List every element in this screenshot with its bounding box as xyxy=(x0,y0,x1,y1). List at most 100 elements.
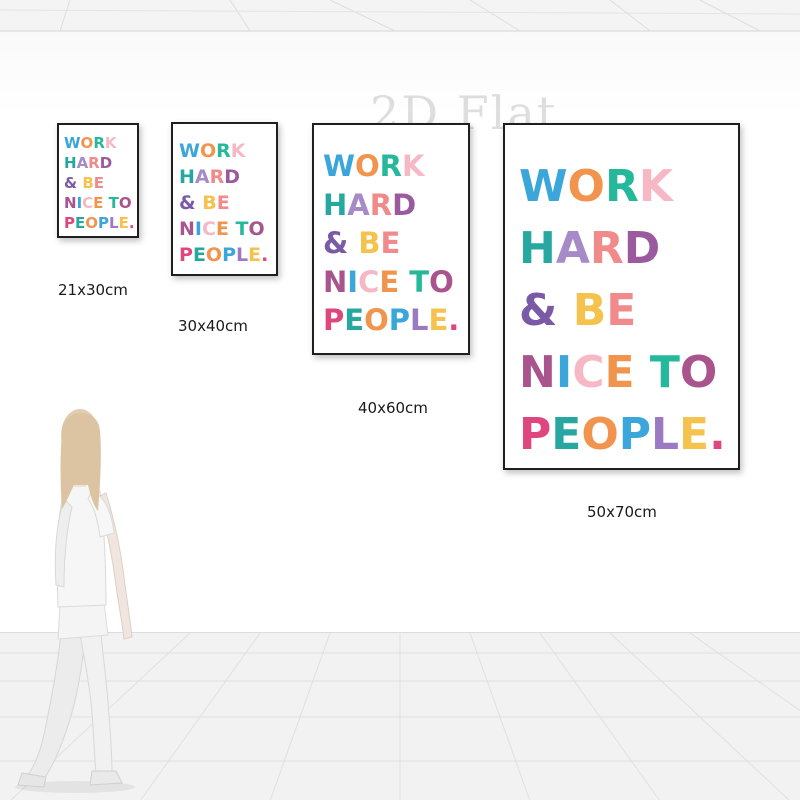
poster-letter: O xyxy=(205,244,223,266)
poster-letter: L xyxy=(410,303,429,337)
poster-letter: E xyxy=(344,303,365,337)
poster-40x60: WORK HARD & BE NICE TO PEOPLE. xyxy=(312,123,470,355)
poster-letter: W xyxy=(519,161,568,212)
poster-letter: B xyxy=(202,192,217,214)
poster-letter: T xyxy=(108,194,119,212)
size-label-50x70: 50x70cm xyxy=(587,503,657,521)
poster-letter: R xyxy=(604,161,639,212)
poster-50x70: WORK HARD & BE NICE TO PEOPLE. xyxy=(503,123,740,470)
poster-quote-line1: WORK xyxy=(64,133,135,153)
poster-letter: O xyxy=(118,194,132,212)
poster-letter: O xyxy=(567,161,605,212)
poster-letter: D xyxy=(99,154,113,172)
poster-letter: A xyxy=(76,154,89,172)
poster-letter: A xyxy=(555,223,590,274)
poster-letter xyxy=(557,285,572,336)
poster-letter: K xyxy=(230,140,246,162)
poster-letter: P xyxy=(222,244,237,266)
poster-letter: O xyxy=(248,218,265,240)
poster-letter: O xyxy=(679,347,718,398)
poster-letter: K xyxy=(638,161,673,212)
poster-quote-line5: PEOPLE. xyxy=(64,213,135,233)
poster-letter: P xyxy=(179,244,193,266)
poster-letter: . xyxy=(128,214,135,232)
poster-letter xyxy=(399,265,409,299)
poster-letter: I xyxy=(194,218,202,240)
poster-letter: W xyxy=(179,140,200,162)
poster-letter: E xyxy=(75,214,86,232)
poster-quote-line4: NICE TO xyxy=(519,342,726,404)
poster-letter: & xyxy=(519,285,558,336)
poster-letter: . xyxy=(448,303,460,337)
poster-letter: E xyxy=(551,409,582,460)
poster-letter: P xyxy=(64,214,75,232)
poster-letter: E xyxy=(379,264,400,299)
poster-letter: E xyxy=(604,347,635,398)
poster-30x40: WORK HARD & BE NICE TO PEOPLE. xyxy=(171,122,278,276)
poster-quote-line2: HARD xyxy=(64,153,135,173)
poster-quote-line4: NICE TO xyxy=(64,193,135,213)
poster-quote-line5: PEOPLE. xyxy=(519,404,726,466)
poster-letter: L xyxy=(650,409,680,460)
poster-letter: D xyxy=(392,187,417,222)
poster-quote-line3: & BE xyxy=(179,190,268,216)
poster-letter: W xyxy=(64,134,81,152)
poster-letter: E xyxy=(93,174,105,192)
poster-quote: WORK HARD & BE NICE TO PEOPLE. xyxy=(323,147,459,340)
poster-quote-line1: WORK xyxy=(323,147,459,186)
poster-letter: T xyxy=(235,218,249,240)
poster-letter: R xyxy=(93,134,105,152)
poster-letter: . xyxy=(261,244,269,266)
poster-letter: K xyxy=(402,149,425,183)
poster-letter: L xyxy=(109,214,119,232)
poster-letter: C xyxy=(572,347,605,398)
poster-letter: E xyxy=(216,192,230,214)
gallery-scene: 2D Flat WORK HARD & BE NICE TO PEOPLE. WORK H… xyxy=(0,0,800,800)
poster-letter: H xyxy=(519,223,556,274)
poster-letter: C xyxy=(201,218,216,240)
poster-letter: P xyxy=(388,303,410,337)
poster-letter: E xyxy=(248,244,262,266)
poster-letter: C xyxy=(358,264,380,299)
poster-letter: D xyxy=(623,223,661,274)
poster-letter: O xyxy=(364,303,389,337)
poster-letter: B xyxy=(358,226,381,260)
poster-letter: B xyxy=(572,285,607,336)
poster-letter: R xyxy=(209,166,225,188)
poster-letter: E xyxy=(606,285,637,336)
poster-quote: WORK HARD & BE NICE TO PEOPLE. xyxy=(519,156,726,466)
poster-quote-line2: HARD xyxy=(323,186,459,225)
poster-letter: C xyxy=(82,194,94,212)
poster-quote-line1: WORK xyxy=(519,156,726,218)
poster-letter: O xyxy=(355,149,380,183)
poster-letter: E xyxy=(192,244,206,266)
ceiling-grid xyxy=(0,0,800,32)
poster-quote-line5: PEOPLE. xyxy=(323,301,459,340)
poster-letter: & xyxy=(64,174,78,192)
poster-letter: E xyxy=(380,226,401,260)
poster-letter: O xyxy=(581,409,619,460)
poster-quote: WORK HARD & BE NICE TO PEOPLE. xyxy=(179,138,268,268)
poster-letter: & xyxy=(323,226,349,260)
poster-letter: H xyxy=(179,166,195,188)
poster-letter: R xyxy=(589,223,624,274)
poster-quote-line4: NICE TO xyxy=(179,216,268,242)
poster-letter: O xyxy=(85,214,99,232)
poster-letter: E xyxy=(118,214,129,232)
poster-quote-line2: HARD xyxy=(519,218,726,280)
poster-letter: R xyxy=(216,140,231,162)
poster-letter: E xyxy=(428,303,449,337)
poster-letter: N xyxy=(179,218,195,240)
poster-letter: H xyxy=(323,187,348,222)
poster-letter: P xyxy=(519,409,552,460)
poster-letter xyxy=(229,218,236,240)
poster-quote-line1: WORK xyxy=(179,138,268,164)
poster-letter: I xyxy=(555,347,573,398)
poster-letter: O xyxy=(199,140,217,162)
poster-letter: E xyxy=(215,218,229,240)
poster-letter: P xyxy=(618,409,651,460)
person-figure xyxy=(15,409,135,793)
poster-letter: N xyxy=(519,347,556,398)
poster-letter: K xyxy=(104,134,117,152)
poster-letter: D xyxy=(224,166,241,188)
